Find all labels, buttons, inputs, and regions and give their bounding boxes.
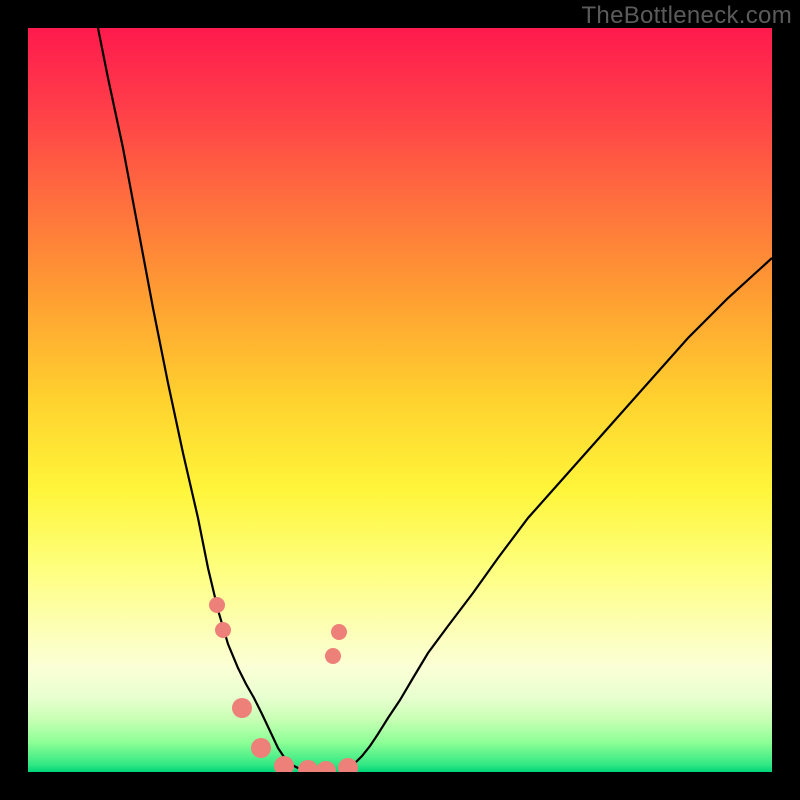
highlight-dot (325, 648, 341, 664)
highlight-dot (316, 761, 336, 772)
chart-plot-area (28, 28, 772, 772)
highlight-dot (331, 624, 347, 640)
watermark-text: TheBottleneck.com (581, 2, 792, 30)
highlight-dot (209, 597, 225, 613)
highlight-dot (232, 698, 252, 718)
highlight-dot (251, 738, 271, 758)
highlight-dots-group (209, 597, 358, 772)
left-curve (98, 28, 310, 772)
highlight-dot (215, 622, 231, 638)
right-curve (340, 258, 772, 772)
highlight-dot (298, 760, 318, 772)
chart-frame: TheBottleneck.com (0, 0, 800, 800)
chart-svg (28, 28, 772, 772)
highlight-dot (338, 758, 358, 772)
highlight-dot (274, 756, 294, 772)
